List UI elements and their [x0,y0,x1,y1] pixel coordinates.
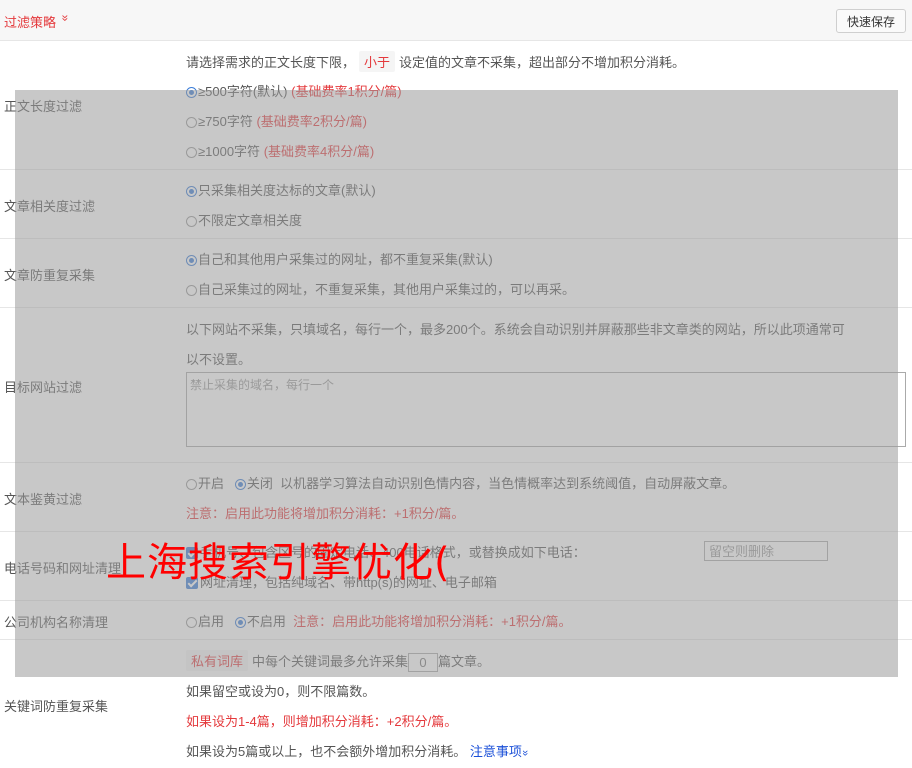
phone-filter-label: 电话号码和网址清理 [4,561,122,576]
section-title: 过滤策略 [4,15,57,30]
length-option-500[interactable]: ≥500字符(默认) (基础费率1积分/篇) [186,81,402,100]
less-than-tag: 小于 [359,51,396,72]
site-filter-desc-line2: 以不设置。 [186,352,252,367]
radio-icon[interactable] [186,216,197,227]
keyword-filter-line3: 如果设为1-4篇，则增加积分消耗：+2积分/篇。 [186,714,458,729]
length-option-750[interactable]: ≥750字符 (基础费率2积分/篇) [186,111,367,130]
org-filter-on-option[interactable]: 启用 [186,614,224,629]
divider [0,462,912,463]
relevance-option-default[interactable]: 只采集相关度达标的文章(默认) [186,180,376,199]
radio-icon[interactable] [186,617,197,628]
divider [0,639,912,640]
divider [0,600,912,601]
radio-icon[interactable] [186,147,197,158]
porn-filter-on-option[interactable]: 开启 [186,476,224,491]
keyword-filter-line2: 如果留空或设为0，则不限篇数。 [186,684,376,699]
watermark-text: 上海搜索引擎优化( [106,540,451,586]
radio-selected-icon[interactable] [186,186,197,197]
porn-filter-off-option[interactable]: 关闭 [234,476,273,491]
notice-link[interactable]: 注意事项» [470,744,531,759]
porn-filter-warning: 注意：启用此功能将增加积分消耗：+1积分/篇。 [186,506,465,521]
private-lexicon-tag[interactable]: 私有词库 [186,650,249,671]
porn-filter-label: 文本鉴黄过滤 [4,492,83,507]
radio-icon[interactable] [186,479,197,490]
divider [0,169,912,170]
divider [0,307,912,308]
length-option-1000[interactable]: ≥1000字符 (基础费率4积分/篇) [186,141,374,160]
divider [0,238,912,239]
org-filter-options: 启用 不启用 注意：启用此功能将增加积分消耗：+1积分/篇。 [186,611,572,630]
filter-strategy-header: 过滤策略 » 快速保存 [0,0,912,41]
blocked-domains-textarea[interactable] [186,372,906,447]
keyword-filter-line1: 私有词库 中每个关键词最多允许采集 0 篇文章。 [182,650,490,673]
duplicate-option-self[interactable]: 自己采集过的网址，不重复采集，其他用户采集过的，可以再采。 [186,279,575,298]
length-filter-label: 正文长度过滤 [4,99,83,114]
radio-selected-icon[interactable] [234,479,246,490]
radio-selected-icon[interactable] [234,617,246,628]
relevance-filter-label: 文章相关度过滤 [4,199,96,214]
relevance-option-unlimited[interactable]: 不限定文章相关度 [186,210,302,229]
chevron-down-icon: » [518,749,531,757]
keyword-filter-line4: 如果设为5篇或以上，也不会额外增加积分消耗。 注意事项» [186,744,531,759]
radio-icon[interactable] [186,285,197,296]
keyword-filter-label: 关键词防重复采集 [4,699,109,714]
radio-selected-icon[interactable] [186,87,197,98]
site-filter-label: 目标网站过滤 [4,380,83,395]
radio-selected-icon[interactable] [186,255,197,266]
quick-save-button[interactable]: 快速保存 [836,9,906,33]
chevron-down-icon[interactable]: » [58,15,72,22]
max-articles-input[interactable]: 0 [408,653,439,673]
org-filter-off-option[interactable]: 不启用 [234,614,286,629]
radio-icon[interactable] [186,117,197,128]
length-filter-desc: 请选择需求的正文长度下限， 小于 设定值的文章不采集，超出部分不增加积分消耗。 [186,51,685,72]
porn-filter-options: 开启 关闭 以机器学习算法自动识别色情内容，当色情概率达到系统阈值，自动屏蔽文章… [186,473,735,492]
replacement-phone-input[interactable] [704,541,828,561]
duplicate-option-all[interactable]: 自己和其他用户采集过的网址，都不重复采集(默认) [186,249,493,268]
org-filter-label: 公司机构名称清理 [4,615,109,630]
site-filter-desc-line1: 以下网站不采集，只填域名，每行一个，最多200个。系统会自动识别并屏蔽那些非文章… [186,322,845,337]
duplicate-filter-label: 文章防重复采集 [4,268,96,283]
